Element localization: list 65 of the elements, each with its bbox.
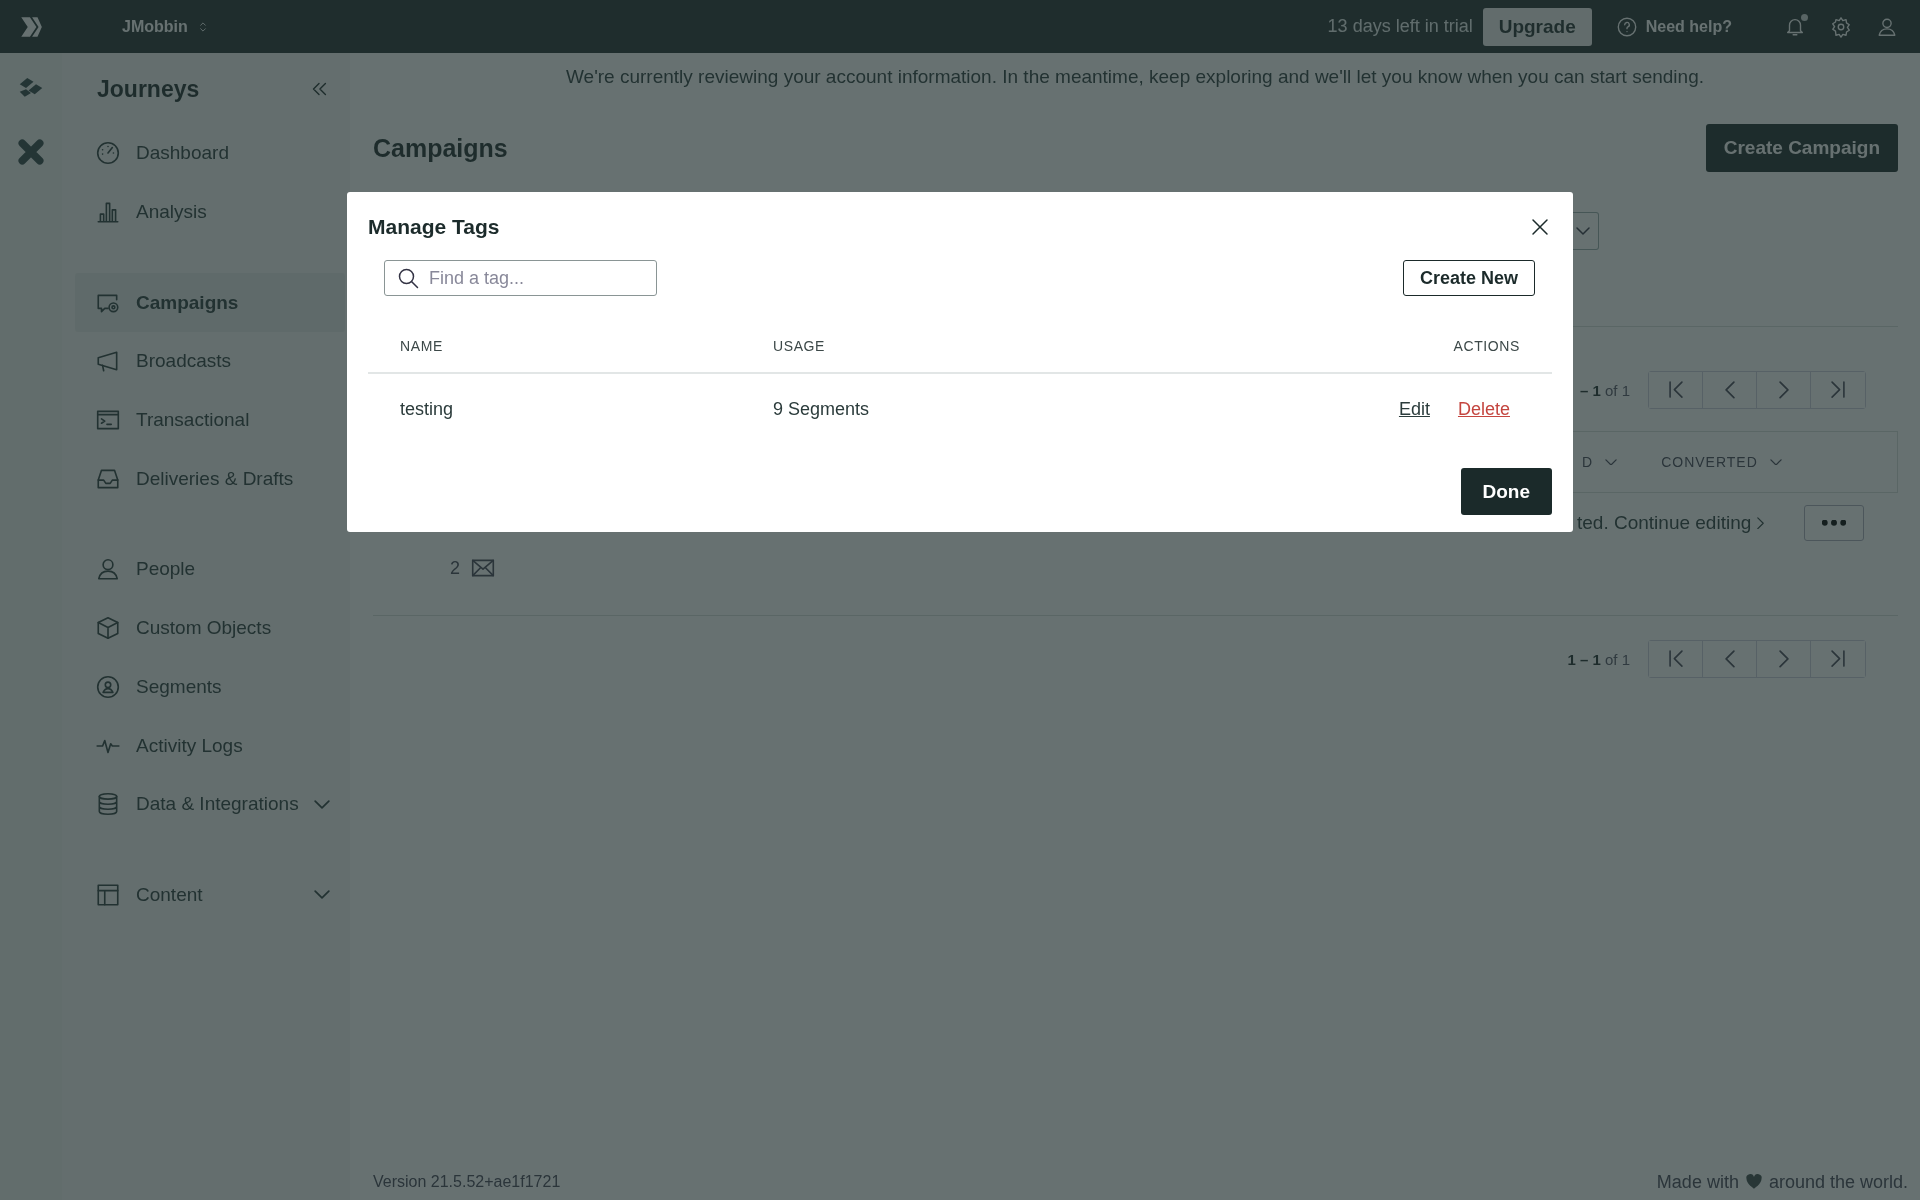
continue-editing-link[interactable]: ted. Continue editing (1577, 512, 1765, 534)
trial-notice: 13 days left in trial (1327, 16, 1473, 37)
help-link[interactable]: Need help? (1615, 15, 1732, 38)
search-icon (396, 266, 420, 290)
sidebar-item[interactable]: Content (75, 865, 345, 925)
sidebar-item[interactable]: Custom Objects (75, 598, 345, 658)
chevron-down-icon (1605, 458, 1618, 466)
done-button[interactable]: Done (1460, 468, 1552, 515)
chevron-down-icon (314, 799, 330, 809)
sidebar-item[interactable]: Data & Integrations (75, 774, 345, 834)
chevron-down-icon (1769, 458, 1782, 466)
cross-app-icon (16, 137, 46, 167)
pagination-button[interactable] (1649, 372, 1703, 408)
version-text: Version 21.5.52+ae1f1721 (373, 1173, 561, 1191)
chevron-right-icon (1778, 381, 1789, 399)
chevron-right-icon (1757, 516, 1765, 530)
sidebar-item[interactable]: Campaigns (75, 273, 345, 333)
last-page-icon (1831, 381, 1845, 399)
message-count: 2 (450, 557, 460, 579)
more-icon (1822, 520, 1847, 526)
sidebar-item[interactable]: Dashboard (75, 124, 345, 183)
column-header: NAME (400, 338, 444, 354)
sidebar-item[interactable]: Activity Logs (75, 716, 345, 775)
person-circle-icon (95, 673, 121, 700)
column-header: ACTIONS (1453, 338, 1520, 354)
credit-text: around the world. (1768, 1171, 1908, 1193)
pagination-button[interactable] (1649, 641, 1703, 677)
create-new-button[interactable]: Create New (1402, 260, 1535, 296)
upgrade-button[interactable]: Upgrade (1482, 7, 1592, 46)
person-icon (95, 556, 121, 583)
sidebar-item[interactable]: Analysis (75, 182, 345, 242)
chevron-right-icon (1778, 650, 1789, 668)
review-banner-text: We're currently reviewing your account information. In the meantime, keep exploring and we'll let you know when you can start sending. (566, 65, 1704, 88)
first-page-icon (1668, 381, 1683, 399)
column-header: USAGE (773, 338, 826, 354)
cube-icon (95, 615, 121, 642)
column-header[interactable]: D (1582, 454, 1594, 470)
first-page-icon (1668, 650, 1683, 668)
workspace-switcher[interactable]: JMobbin (122, 17, 210, 36)
dialog-title: Manage Tags (368, 215, 500, 239)
gauge-icon (95, 140, 121, 167)
sidebar-item[interactable]: Segments (75, 657, 345, 717)
sidebar-item[interactable]: Transactional (75, 390, 345, 450)
edit-link[interactable]: Edit (1398, 398, 1430, 420)
page-title: Campaigns (373, 133, 508, 163)
settings-icon (1830, 15, 1852, 38)
delete-link[interactable]: Delete (1457, 398, 1510, 420)
chevron-down-icon (1576, 227, 1590, 235)
tag-search-field[interactable]: Find a tag... (384, 260, 657, 296)
credit-text: Made with (1656, 1171, 1739, 1193)
sidebar-item[interactable]: Broadcasts (75, 332, 345, 391)
layout-icon (95, 881, 121, 908)
tag-name: testing (400, 398, 455, 420)
chevron-down-icon (314, 890, 330, 900)
chevron-left-icon (1724, 650, 1735, 668)
sidebar-item[interactable]: People (75, 540, 345, 599)
create-campaign-button[interactable]: Create Campaign (1705, 124, 1898, 172)
sidebar-title: Journeys (97, 75, 200, 103)
column-header[interactable]: CONVERTED (1661, 454, 1758, 470)
chevron-left-icon (1724, 381, 1735, 399)
sidebar-item[interactable]: Deliveries & Drafts (75, 449, 345, 509)
tag-usage: 9 Segments (773, 398, 871, 420)
help-icon (1615, 15, 1638, 38)
more-button[interactable] (1804, 505, 1865, 541)
last-page-icon (1831, 650, 1845, 668)
